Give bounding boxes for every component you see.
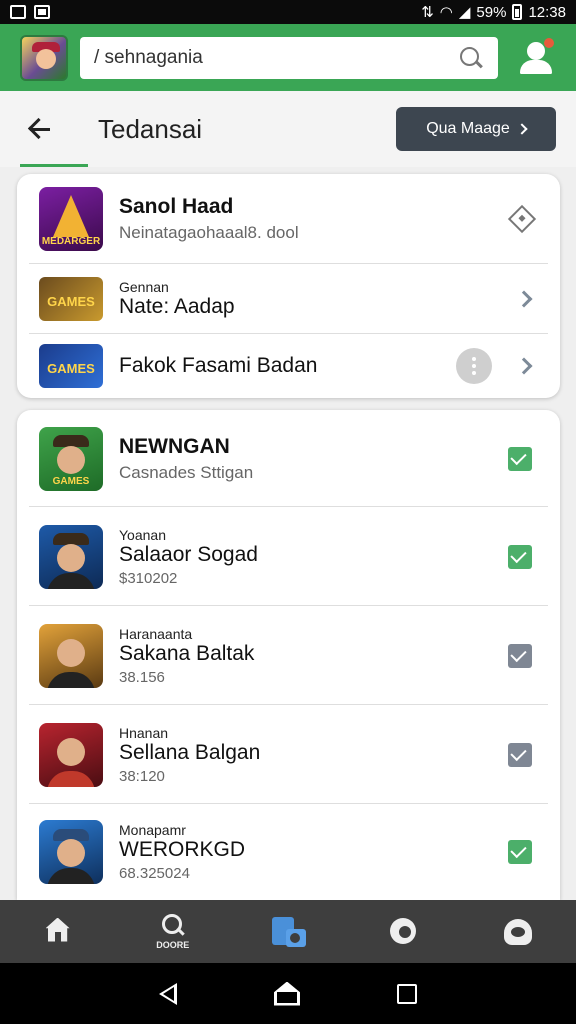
clock: 12:38 xyxy=(528,3,566,21)
system-back-icon[interactable] xyxy=(158,982,177,1005)
item-title: Sanol Haad xyxy=(119,195,234,218)
tab-indicator xyxy=(20,164,88,167)
user-icon xyxy=(527,41,545,60)
list-item[interactable]: Yoanan Salaaor Sogad $310202 xyxy=(17,507,560,606)
search-input[interactable]: / sehnagania xyxy=(80,36,498,79)
music-icon xyxy=(270,915,306,949)
game-thumbnail: GAMES xyxy=(39,277,103,321)
more-options-icon[interactable] xyxy=(456,348,492,384)
search-query: / sehnagania xyxy=(94,46,203,68)
profile-button[interactable] xyxy=(516,37,556,78)
item-title: Fakok Fasami Badan xyxy=(119,354,318,377)
item-number: 38:120 xyxy=(119,767,165,785)
item-title: NEWNGAN xyxy=(119,434,230,458)
list-item[interactable]: Monapamr WERORKGD 68.325024 xyxy=(17,804,560,900)
action-button[interactable]: Qua Maage xyxy=(396,107,556,151)
nav-community[interactable] xyxy=(488,907,548,957)
search-icon xyxy=(160,913,186,938)
list-item[interactable]: GAMES NEWNGAN Casnades Sttigan xyxy=(17,410,560,507)
item-number: 38.156 xyxy=(119,668,165,686)
notification-icon xyxy=(10,5,26,19)
item-title: WERORKGD xyxy=(119,838,245,861)
item-title: Sakana Baltak xyxy=(119,641,255,665)
game-thumbnail xyxy=(39,623,103,688)
game-thumbnail: GAMES xyxy=(39,344,103,388)
group-icon xyxy=(500,917,536,947)
bottom-nav: DOORE xyxy=(0,900,576,963)
page-title: Tedansai xyxy=(98,113,203,144)
status-bar: ⇅ ◠ ◢ 59% 12:38 xyxy=(0,0,576,24)
search-header: / sehnagania xyxy=(0,24,576,91)
gallery-notification-icon xyxy=(34,5,50,19)
checkbox[interactable] xyxy=(508,446,532,471)
item-number: 68.325024 xyxy=(119,865,190,882)
battery-percent: 59% xyxy=(476,3,507,21)
list-item[interactable]: Hnanan Sellana Balgan 38:120 xyxy=(17,705,560,804)
title-bar: Tedansai Qua Maage xyxy=(0,91,576,167)
notification-dot xyxy=(544,37,554,48)
checkbox[interactable] xyxy=(508,840,532,864)
home-icon xyxy=(43,918,73,946)
checkbox[interactable] xyxy=(508,742,532,767)
item-subtitle: Casnades Sttigan xyxy=(119,462,254,482)
chevron-right-icon[interactable] xyxy=(515,357,533,375)
item-title: Nate: Aadap xyxy=(119,295,235,318)
item-label: Yoanan xyxy=(119,526,166,543)
game-thumbnail xyxy=(39,524,103,589)
list-item[interactable]: GAMES Fakok Fasami Badan xyxy=(17,334,560,398)
item-subtitle: Neinatagaohaaal8. dool xyxy=(119,223,299,242)
list-item[interactable]: GAMES Gennan Nate: Aadap xyxy=(17,264,560,334)
signal-icon: ◢ xyxy=(458,4,471,21)
item-label: Hnanan xyxy=(119,724,169,741)
vibrate-icon: ⇅ xyxy=(421,4,434,21)
nav-camera[interactable] xyxy=(373,907,433,957)
featured-item[interactable]: MEDARGER Sanol Haad Neinatagaohaaal8. do… xyxy=(17,174,560,264)
nav-search-label: DOORE xyxy=(156,939,190,950)
game-thumbnail xyxy=(39,722,103,787)
checkbox[interactable] xyxy=(508,643,532,668)
camera-icon xyxy=(387,916,419,948)
chevron-right-icon[interactable] xyxy=(515,290,533,308)
item-label: Gennan xyxy=(119,279,169,295)
item-title: Sellana Balgan xyxy=(119,740,261,764)
featured-card: MEDARGER Sanol Haad Neinatagaohaaal8. do… xyxy=(17,174,560,398)
nav-search[interactable]: DOORE xyxy=(143,907,203,957)
chevron-right-icon xyxy=(516,123,528,135)
item-label: Haranaanta xyxy=(119,625,193,642)
system-recents-icon[interactable] xyxy=(397,983,418,1004)
item-title: Salaaor Sogad xyxy=(119,542,258,566)
item-label: Monapamr xyxy=(119,822,186,838)
game-thumbnail: GAMES xyxy=(39,426,103,491)
list-item[interactable]: Haranaanta Sakana Baltak 38.156 xyxy=(17,606,560,705)
back-arrow-icon[interactable] xyxy=(20,109,60,149)
system-home-icon[interactable] xyxy=(274,982,300,1006)
game-thumbnail xyxy=(39,820,103,884)
wifi-icon: ◠ xyxy=(439,4,453,21)
game-list-card: GAMES NEWNGAN Casnades Sttigan Yoanan Sa… xyxy=(17,410,560,900)
battery-icon xyxy=(512,4,523,20)
action-button-label: Qua Maage xyxy=(426,120,510,137)
system-nav-bar xyxy=(0,963,576,1024)
app-logo[interactable] xyxy=(20,34,68,81)
nav-home[interactable] xyxy=(28,907,88,957)
nav-music[interactable] xyxy=(258,907,318,957)
game-thumbnail: MEDARGER xyxy=(39,187,103,251)
checkbox[interactable] xyxy=(508,544,532,569)
item-number: $310202 xyxy=(119,569,178,587)
diamond-icon[interactable] xyxy=(507,204,537,234)
search-icon[interactable] xyxy=(458,45,484,71)
